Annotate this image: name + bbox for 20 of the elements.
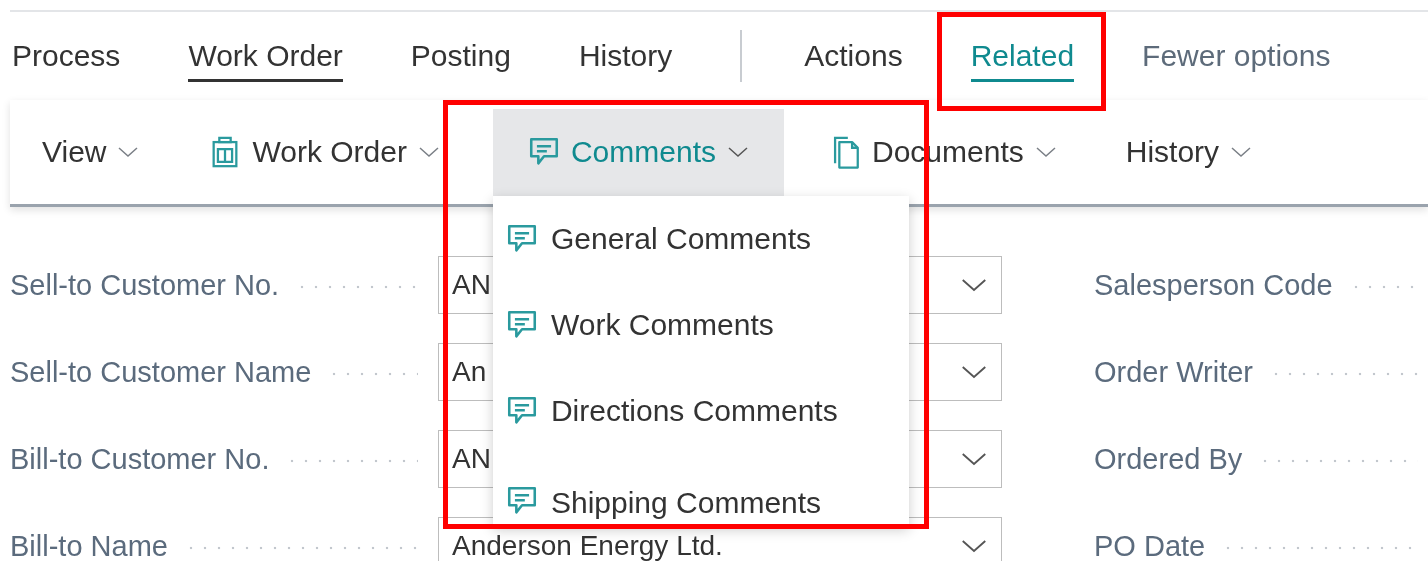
toolbar-menu-button[interactable]: Work Order (192, 108, 465, 196)
toolbar-menu-button[interactable]: View (26, 108, 165, 196)
fewer-options-link[interactable]: Fewer options (1142, 30, 1331, 82)
field-label: PO Date (1094, 529, 1206, 561)
dropdown-field[interactable]: AN (438, 256, 1002, 314)
field-label: Bill-to Name (10, 529, 168, 561)
tab[interactable]: Posting (410, 30, 511, 82)
field-label: Ordered By (1094, 442, 1243, 476)
tab[interactable]: History (578, 30, 673, 82)
field-label: Sell-to Customer No. (10, 268, 280, 302)
field-label: Order Writer (1094, 355, 1253, 389)
tab[interactable]: Work Order (188, 30, 343, 82)
menu-tab[interactable]: Actions (804, 30, 903, 82)
toolbar-menu-button[interactable]: History (1109, 108, 1278, 196)
field-label: Salesperson Code (1094, 268, 1333, 302)
menu-tab[interactable]: Related (970, 30, 1075, 82)
dropdown-field[interactable]: AN (438, 430, 1002, 488)
field-label: Bill-to Customer No. (10, 442, 270, 476)
tab[interactable]: Process (12, 30, 121, 82)
field-label: Sell-to Customer Name (10, 355, 312, 389)
